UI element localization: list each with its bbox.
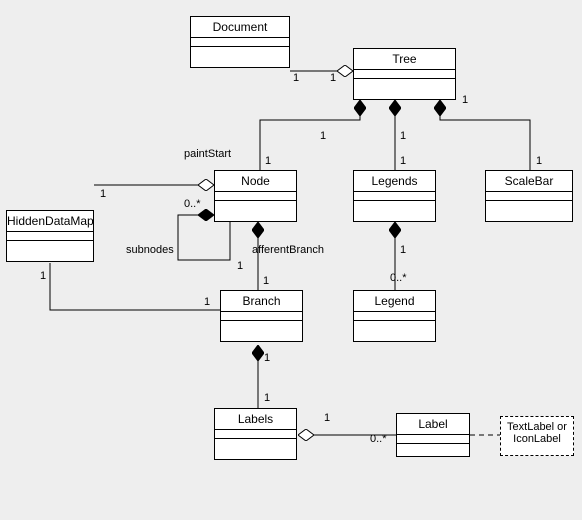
mult-lg-1: 1 [400,155,406,167]
mult-legends-1: 1 [400,244,406,256]
mult-doc-1: 1 [293,72,299,84]
class-legend-name: Legend [354,291,435,312]
class-label: Label [396,413,470,457]
class-branch: Branch [220,290,303,342]
role-afferentbranch: afferentBranch [252,244,324,256]
mult-node-sub-1: 1 [237,260,243,272]
class-tree: Tree [353,48,456,100]
mult-hdm-1: 1 [100,188,106,200]
mult-branch-hdm-1: 1 [204,296,210,308]
class-node-name: Node [215,171,296,192]
role-paintstart: paintStart [184,148,231,160]
class-document: Document [190,16,290,68]
mult-node-sub-0: 0..* [184,198,201,210]
role-subnodes: subnodes [126,244,174,256]
mult-tree-sb-1: 1 [462,94,468,106]
class-scalebar-name: ScaleBar [486,171,572,192]
class-label-name: Label [397,414,469,435]
class-branch-name: Branch [221,291,302,312]
class-legend: Legend [353,290,436,342]
class-labels: Labels [214,408,297,460]
mult-sb-1: 1 [536,155,542,167]
mult-labels-l-1: 1 [324,412,330,424]
mult-hdm-br-1: 1 [40,270,46,282]
mult-label-0: 0..* [370,433,387,445]
mult-branch-1: 1 [263,275,269,287]
class-hiddendatamap-name: HiddenDataMap [7,211,93,232]
class-legends-name: Legends [354,171,435,192]
mult-tree-lg-1: 1 [400,130,406,142]
class-labels-name: Labels [215,409,296,430]
mult-tree-node-1: 1 [320,130,326,142]
note-text: TextLabel or IconLabel [507,421,567,445]
note-label-types: TextLabel or IconLabel [500,416,574,456]
mult-labels-1: 1 [264,392,270,404]
mult-tree-doc-1: 1 [330,72,336,84]
class-document-name: Document [191,17,289,38]
class-node: Node [214,170,297,222]
class-scalebar: ScaleBar [485,170,573,222]
class-tree-name: Tree [354,49,455,70]
class-hiddendatamap: HiddenDataMap [6,210,94,262]
mult-legend-0: 0..* [390,272,407,284]
mult-br-labels-1: 1 [264,352,270,364]
mult-node-1: 1 [265,155,271,167]
class-legends: Legends [353,170,436,222]
